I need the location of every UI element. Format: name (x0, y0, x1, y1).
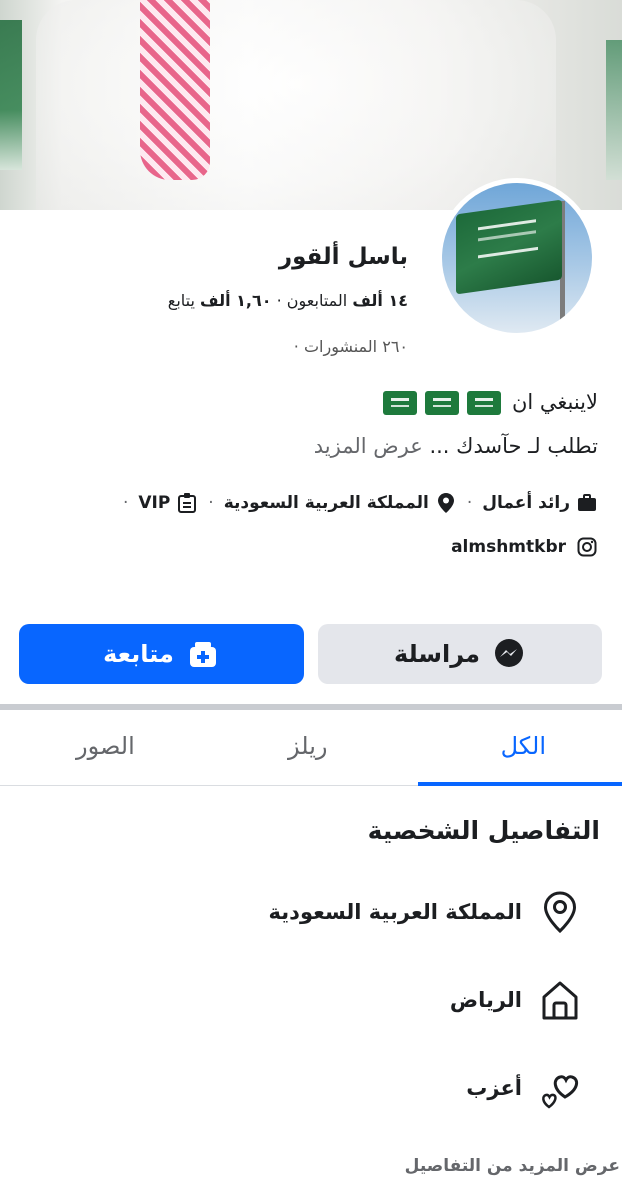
cover-robe (36, 0, 556, 210)
bio-text-2: تطلب لـ حآسدك ... (429, 434, 598, 458)
saudi-flag-emoji-icon (467, 391, 502, 415)
messenger-icon (492, 637, 526, 671)
detail-location-text: المملكة العربية السعودية (268, 900, 522, 924)
saudi-flag-emoji-icon (383, 391, 418, 415)
see-more-details-link[interactable]: عرض المزيد من التفاصيل (405, 1156, 620, 1176)
detail-location: المملكة العربية السعودية (269, 890, 582, 934)
hearts-icon (538, 1066, 582, 1110)
saudi-flag-image (456, 199, 562, 295)
job-text: رائد أعمال (482, 493, 570, 513)
vip-card-icon (176, 492, 198, 514)
cover-flag-right (606, 40, 622, 180)
avatar-image (442, 183, 592, 333)
follow-plus-icon (186, 637, 220, 671)
profile-tabs: الكل ريلز الصور (0, 710, 622, 786)
tab-photos[interactable]: الصور (76, 732, 135, 760)
tab-all[interactable]: الكل (501, 732, 546, 760)
message-label: مراسلة (394, 640, 480, 668)
detail-city: الرياض (450, 978, 582, 1022)
vip-text: VIP (138, 493, 171, 513)
profile-stats: ١٤ ألف المتابعون · ١,٦٠ ألف يتابع (167, 291, 408, 310)
bio-text-1: لاينبغي ان (511, 390, 598, 414)
cover-flag-left (0, 20, 22, 170)
detail-relationship-text: أعزب (466, 1076, 522, 1100)
following-label[interactable]: يتابع (168, 291, 195, 310)
posts-text: ٢٦٠ المنشورات (303, 337, 408, 356)
follow-label: متابعة (103, 640, 174, 668)
profile-avatar[interactable] (437, 178, 597, 338)
tab-reels[interactable]: ريلز (288, 732, 327, 760)
cover-shemagh (140, 0, 210, 180)
followers-label[interactable]: المتابعون (287, 291, 347, 310)
details-title: التفاصيل الشخصية (367, 816, 600, 845)
profile-name: باسل ألقور (278, 244, 408, 270)
location-text: المملكة العربية السعودية (223, 493, 429, 513)
location-pin-icon (538, 890, 582, 934)
location-pin-icon (435, 492, 457, 514)
following-count[interactable]: ١,٦٠ ألف (200, 291, 272, 310)
instagram-handle[interactable]: almshmtkbr (451, 537, 566, 557)
home-icon (538, 978, 582, 1022)
bio-line-1: لاينبغي ان (379, 390, 598, 415)
follow-button[interactable]: متابعة (19, 624, 304, 684)
instagram-link[interactable]: almshmtkbr (451, 536, 598, 558)
message-button[interactable]: مراسلة (318, 624, 602, 684)
saudi-flag-emoji-icon (425, 391, 460, 415)
bio-line-2: تطلب لـ حآسدك ... عرض المزيد (314, 434, 598, 458)
intro-info-line: رائد أعمال · المملكة العربية السعودية · … (119, 492, 598, 514)
followers-count[interactable]: ١٤ ألف (352, 291, 408, 310)
detail-city-text: الرياض (449, 988, 522, 1012)
posts-count: ٢٦٠ المنشورات · (293, 337, 408, 356)
instagram-icon (576, 536, 598, 558)
bio-see-more-link[interactable]: عرض المزيد (314, 434, 423, 458)
detail-relationship: أعزب (466, 1066, 582, 1110)
briefcase-icon (576, 492, 598, 514)
active-tab-indicator (418, 782, 622, 786)
